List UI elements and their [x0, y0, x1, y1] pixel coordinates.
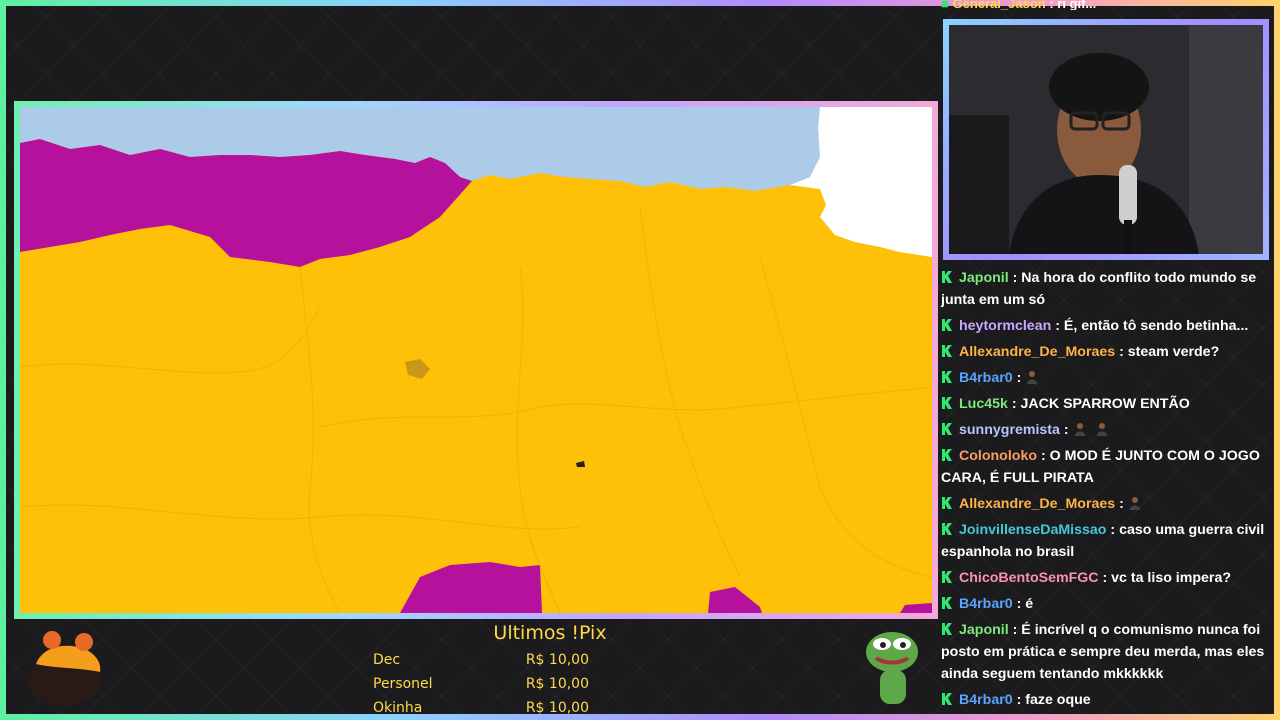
person-emote-icon: [1027, 371, 1038, 384]
chat-username[interactable]: B4rbar0: [959, 692, 1013, 708]
chat-username[interactable]: Japonil: [959, 270, 1009, 286]
chat-message: Japonil : Na hora do conflito todo mundo…: [941, 266, 1271, 314]
webcam-frame: [943, 19, 1269, 260]
chat-message: Allexandre_De_Moraes : steam verde?: [941, 340, 1271, 366]
chat-username[interactable]: Allexandre_De_Moraes: [959, 496, 1115, 512]
green-k-badge-icon: [942, 523, 952, 535]
chat-text: :: [1119, 496, 1124, 512]
green-k-badge-icon: [942, 271, 952, 283]
chat-text: : vc ta liso impera?: [1102, 570, 1232, 586]
pix-name: Dec: [373, 652, 401, 668]
mascot-left-icon: [22, 628, 106, 713]
chat-username[interactable]: ChicoBentoSemFGC: [959, 570, 1099, 586]
green-k-badge-icon: [942, 497, 952, 509]
green-k-badge-icon: [942, 449, 952, 461]
chat-text: : É, então tô sendo betinha...: [1055, 318, 1249, 334]
pix-name: Personel: [373, 676, 433, 692]
chat-username[interactable]: JoinvillenseDaMissao: [959, 522, 1106, 538]
pix-amount: R$ 10,00: [525, 652, 589, 668]
person-emote-icon: [1096, 423, 1107, 436]
chat-username[interactable]: B4rbar0: [959, 370, 1013, 386]
chat-username[interactable]: Colonoloko: [959, 448, 1037, 464]
chat-username[interactable]: Japonil: [959, 622, 1009, 638]
pepe-frog-icon: [862, 628, 922, 715]
chat-text: :: [1063, 422, 1069, 438]
green-k-badge-icon: [942, 423, 952, 435]
map-view[interactable]: [20, 107, 932, 613]
green-k-badge-icon: [942, 397, 952, 409]
green-k-badge-icon: [942, 623, 952, 635]
chat-username[interactable]: heytormclean: [959, 318, 1051, 334]
game-capture: [14, 101, 938, 619]
chat-message: Allexandre_De_Moraes :: [941, 492, 1271, 518]
green-k-badge-icon: [942, 319, 952, 331]
chat-message: Japonil : É incrível q o comunismo nunca…: [941, 618, 1271, 688]
chat-panel: Japonil : Na hora do conflito todo mundo…: [941, 266, 1271, 714]
chat-message: Colonoloko : O MOD É JUNTO COM O JOGO CA…: [941, 444, 1271, 492]
pix-row: Okinha R$ 10,00: [373, 696, 589, 720]
map-canvas: [20, 107, 932, 613]
chat-username[interactable]: B4rbar0: [959, 596, 1013, 612]
chat-message: Luc45k : JACK SPARROW ENTÃO: [941, 392, 1271, 418]
pix-amount: R$ 10,00: [525, 700, 589, 716]
chat-username[interactable]: Allexandre_De_Moraes: [959, 344, 1115, 360]
chat-message: sunnygremista :: [941, 418, 1271, 444]
pix-name: Okinha: [373, 700, 423, 716]
green-k-badge-icon: [942, 371, 952, 383]
person-emote-icon: [1074, 423, 1085, 436]
chat-message-partial: ■ General_Jason : ri gif...: [941, 0, 1097, 10]
chat-message: B4rbar0 : é: [941, 592, 1271, 618]
chat-message: heytormclean : É, então tô sendo betinha…: [941, 314, 1271, 340]
webcam-feed: [949, 25, 1263, 254]
person-emote-icon: [1129, 497, 1140, 510]
chat-message: B4rbar0 : faze oque: [941, 688, 1271, 714]
chat-username[interactable]: sunnygremista: [959, 422, 1060, 438]
chat-message: ChicoBentoSemFGC : vc ta liso impera?: [941, 566, 1271, 592]
pix-row: Personel R$ 10,00: [373, 672, 589, 696]
green-k-badge-icon: [942, 597, 952, 609]
green-k-badge-icon: [942, 693, 952, 705]
pix-title: Ultimos !Pix: [493, 622, 607, 644]
pix-amount: R$ 10,00: [525, 676, 589, 692]
pix-row: Dec R$ 10,00: [373, 648, 589, 672]
chat-message: B4rbar0 :: [941, 366, 1271, 392]
chat-text: : faze oque: [1016, 692, 1091, 708]
green-k-badge-icon: [942, 345, 952, 357]
green-k-badge-icon: [942, 571, 952, 583]
chat-text: :: [1016, 370, 1022, 386]
chat-message: JoinvillenseDaMissao : caso uma guerra c…: [941, 518, 1271, 566]
pix-panel: Ultimos !Pix Dec R$ 10,00 Personel R$ 10,0…: [360, 622, 680, 720]
chat-text: : steam verde?: [1119, 344, 1220, 360]
chat-text: : JACK SPARROW ENTÃO: [1011, 396, 1190, 412]
chat-username[interactable]: Luc45k: [959, 396, 1008, 412]
chat-text: : é: [1016, 596, 1034, 612]
